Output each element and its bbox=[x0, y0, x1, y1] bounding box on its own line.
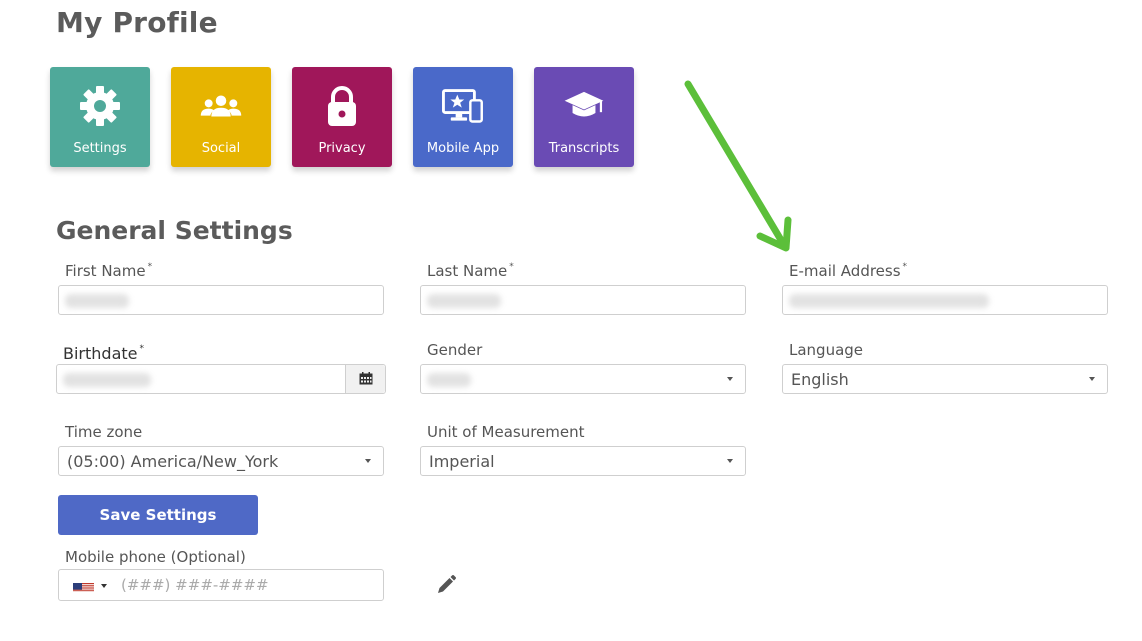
birthdate-value bbox=[63, 373, 151, 387]
first-name-label: First Name * bbox=[65, 262, 153, 280]
last-name-value bbox=[427, 294, 501, 308]
language-value: English bbox=[791, 370, 849, 389]
tile-social-label: Social bbox=[201, 141, 241, 156]
first-name-field[interactable] bbox=[58, 285, 384, 315]
email-value bbox=[789, 294, 989, 308]
language-label: Language bbox=[789, 341, 864, 359]
tile-social[interactable]: Social bbox=[171, 67, 271, 167]
last-name-label: Last Name * bbox=[427, 262, 514, 280]
birthdate-label: Birthdate * bbox=[63, 344, 144, 363]
gender-value bbox=[427, 373, 471, 387]
first-name-value bbox=[65, 294, 129, 308]
email-label: E-mail Address * bbox=[789, 262, 908, 280]
unit-value: Imperial bbox=[429, 452, 495, 471]
email-field[interactable] bbox=[782, 285, 1108, 315]
chevron-down-icon bbox=[365, 459, 371, 463]
chevron-down-icon bbox=[1089, 377, 1095, 381]
lock-icon bbox=[320, 84, 364, 128]
gender-label: Gender bbox=[427, 341, 483, 359]
timezone-value: (05:00) America/New_York bbox=[67, 452, 279, 471]
section-title: General Settings bbox=[56, 216, 293, 245]
chevron-down-icon bbox=[727, 459, 733, 463]
page-title: My Profile bbox=[56, 6, 218, 39]
tile-privacy[interactable]: Privacy bbox=[292, 67, 392, 167]
us-flag-icon[interactable] bbox=[73, 580, 94, 592]
tile-transcripts-label: Transcripts bbox=[548, 141, 620, 156]
tile-settings[interactable]: Settings bbox=[50, 67, 150, 167]
language-select[interactable]: English bbox=[782, 364, 1108, 394]
timezone-select[interactable]: (05:00) America/New_York bbox=[58, 446, 384, 476]
users-icon bbox=[199, 84, 243, 128]
tile-transcripts[interactable]: Transcripts bbox=[534, 67, 634, 167]
gear-icon bbox=[78, 84, 122, 128]
tile-settings-label: Settings bbox=[73, 141, 127, 156]
mobile-phone-label: Mobile phone (Optional) bbox=[65, 548, 246, 566]
last-name-field[interactable] bbox=[420, 285, 746, 315]
save-settings-button[interactable]: Save Settings bbox=[58, 495, 258, 535]
tile-mobile-app-label: Mobile App bbox=[426, 141, 500, 156]
unit-label: Unit of Measurement bbox=[427, 423, 585, 441]
phone-placeholder: (###) ###-#### bbox=[121, 576, 269, 594]
timezone-label: Time zone bbox=[65, 423, 143, 441]
tile-mobile-app[interactable]: Mobile App bbox=[413, 67, 513, 167]
calendar-button[interactable] bbox=[345, 365, 385, 393]
chevron-down-icon[interactable] bbox=[101, 584, 107, 588]
mobile-phone-field[interactable]: (###) ###-#### bbox=[58, 569, 384, 601]
pencil-icon[interactable] bbox=[435, 574, 457, 596]
gender-select[interactable] bbox=[420, 364, 746, 394]
birthdate-field[interactable] bbox=[56, 364, 386, 394]
calendar-icon bbox=[359, 370, 373, 389]
graduation-cap-icon bbox=[562, 84, 606, 128]
tile-privacy-label: Privacy bbox=[318, 141, 366, 156]
chevron-down-icon bbox=[727, 377, 733, 381]
mobile-devices-icon bbox=[441, 84, 485, 128]
unit-select[interactable]: Imperial bbox=[420, 446, 746, 476]
